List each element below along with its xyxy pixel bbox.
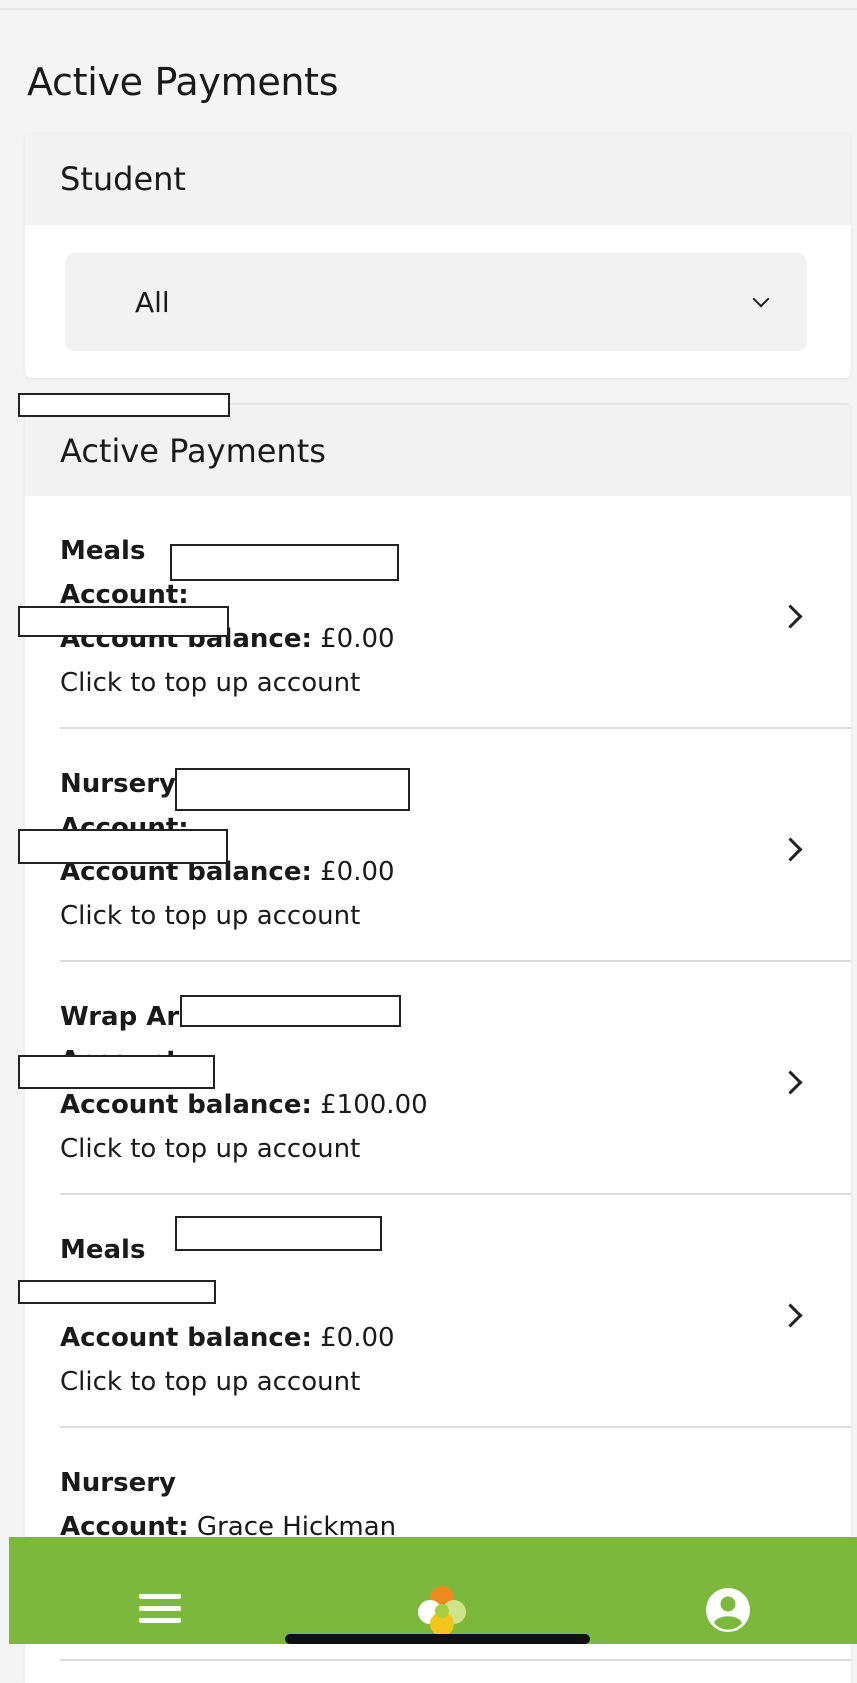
balance-value: £0.00	[320, 1323, 395, 1353]
redaction-box	[175, 1216, 382, 1251]
payment-name: Wrap Around Care	[60, 1002, 329, 1032]
student-select[interactable]: All	[65, 253, 807, 351]
logo-icon[interactable]	[414, 1582, 470, 1638]
chevron-down-icon	[752, 290, 770, 308]
redaction-box	[18, 829, 228, 864]
top-up-text: Click to top up account	[60, 901, 361, 931]
balance-label: Account balance:	[60, 1323, 312, 1353]
page-title: Active Payments	[27, 60, 339, 104]
student-select-value: All	[135, 285, 170, 319]
student-filter-card: Student All	[25, 133, 851, 378]
home-indicator	[285, 1634, 590, 1644]
payment-item[interactable]: Meals Account: Account balance: £0.00 Cl…	[25, 1195, 851, 1428]
redaction-box	[170, 544, 399, 581]
balance-value: £100.00	[320, 1090, 428, 1120]
balance-value: £0.00	[320, 857, 395, 887]
top-divider	[0, 8, 857, 10]
redaction-box	[175, 768, 410, 811]
student-header: Student	[25, 133, 851, 225]
active-payments-card: Active Payments Meals Account: Account b…	[25, 403, 851, 1683]
menu-icon[interactable]	[139, 1594, 181, 1630]
redaction-box	[18, 1280, 216, 1304]
redaction-box	[180, 995, 401, 1027]
top-up-text: Click to top up account	[60, 1367, 361, 1397]
profile-icon[interactable]	[705, 1587, 751, 1633]
payment-name: Nursery	[60, 1468, 176, 1498]
balance-label: Account balance:	[60, 1090, 312, 1120]
bottom-nav	[9, 1537, 857, 1644]
top-up-text: Click to top up account	[60, 668, 361, 698]
redaction-box	[18, 393, 230, 417]
balance-value: £0.00	[320, 624, 395, 654]
top-up-text: Click to top up account	[60, 1134, 361, 1164]
redaction-box	[18, 1055, 215, 1089]
redaction-box	[18, 606, 229, 637]
